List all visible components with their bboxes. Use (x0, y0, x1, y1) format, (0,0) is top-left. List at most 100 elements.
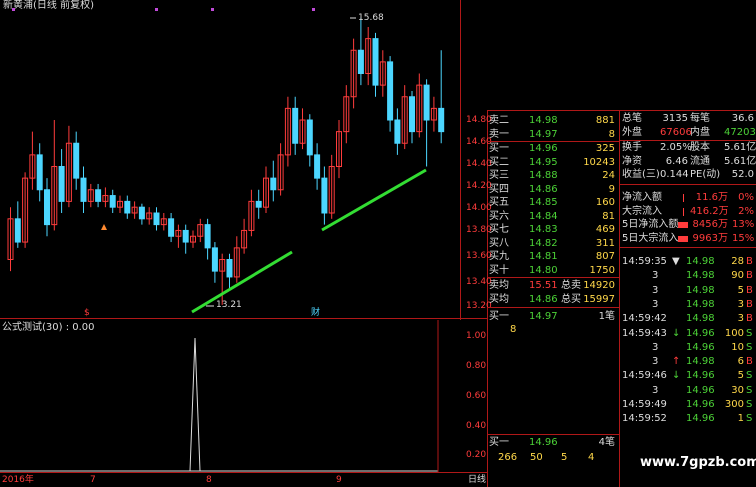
tick-time: 14:59:52 (622, 413, 667, 425)
tick-time: 14:59:43 (622, 327, 667, 339)
row-label: 买二 (489, 156, 509, 168)
signal-dot (211, 8, 214, 11)
tick-direction-icon: ↑ (672, 356, 681, 368)
avg-label: 买均 (489, 294, 509, 305)
x-label-year: 2016年 (2, 475, 34, 485)
row-price: 14.96 (529, 143, 558, 154)
down-candle (270, 177, 277, 191)
event-marker[interactable]: $ (84, 308, 90, 319)
orderbook-row[interactable]: 买八 14.82 311 (489, 237, 619, 250)
row-price: 14.81 (529, 251, 558, 262)
tick-side: B (746, 298, 753, 310)
stat-value: 0.144 (660, 169, 689, 180)
flow-percent: 0% (738, 192, 754, 203)
row-label: 买九 (489, 251, 509, 262)
candlestick-chart[interactable] (0, 8, 460, 318)
stat-value: 67606 (660, 126, 692, 138)
tick-volume: 6 (737, 356, 744, 368)
down-candle (226, 259, 233, 278)
signal-dot (312, 8, 315, 11)
down-candle (58, 166, 65, 202)
stat-value: 52.0 (731, 169, 754, 180)
tick-side: S (746, 413, 753, 425)
stat-label: 外盘 (622, 126, 642, 138)
row-price: 14.84 (529, 210, 558, 222)
row-label: 卖一 (489, 128, 509, 140)
queue-header[interactable]: 买一 14.97 1笔 (489, 310, 619, 323)
orderbook-row[interactable]: 买一 14.96 325 (489, 142, 619, 155)
flow-bar (683, 207, 684, 216)
row-volume: 807 (595, 251, 615, 262)
tick-row[interactable]: 14:59:42 14.98 3 B (620, 312, 756, 325)
tick-row[interactable]: 3 14.96 30 S (620, 384, 756, 397)
down-candle (80, 177, 87, 202)
row-price: 14.83 (529, 224, 558, 235)
down-candle (438, 107, 445, 133)
price-tick: 13.80 (466, 225, 492, 235)
tick-row[interactable]: 3 ↑ 14.98 6 B (620, 355, 756, 368)
tick-side: S (746, 327, 753, 339)
orderbook-row[interactable]: 买二 14.95 10243 (489, 156, 619, 169)
row-volume: 10243 (583, 156, 615, 168)
orderbook-row[interactable]: 卖一 14.97 8 (489, 128, 619, 141)
price-axis-divider (460, 0, 461, 320)
down-candle (306, 119, 313, 156)
tick-row[interactable]: 14:59:35 ▼ 14.98 28 B (620, 255, 756, 268)
tick-side: S (746, 399, 753, 410)
x-label-aug: 8 (206, 475, 212, 485)
finance-marker[interactable]: 财 (311, 308, 320, 319)
queue-price: 14.96 (529, 437, 558, 448)
high-price-label: 15.68 (358, 13, 384, 23)
orderbook-row[interactable]: 买九 14.81 807 (489, 250, 619, 263)
stat-value: 36.6 (731, 113, 754, 124)
total-label: 总卖 (561, 280, 581, 291)
period-tab[interactable]: 日线 (468, 475, 486, 486)
flow-percent: 13% (732, 219, 755, 230)
stat-label: 内盘 (690, 126, 710, 138)
tick-side: B (746, 256, 753, 267)
down-candle (211, 247, 218, 272)
tick-volume: 10 (731, 341, 744, 353)
avg-row: 买均 14.86 总买 15997 (489, 293, 619, 306)
orderbook-row[interactable]: 买五 14.85 160 (489, 196, 619, 209)
flow-bar (678, 235, 688, 242)
tick-row[interactable]: 3 14.98 5 B (620, 284, 756, 297)
orderbook-row[interactable]: 买十 14.80 1750 (489, 264, 619, 277)
signal-dot (12, 8, 15, 11)
queue-item: 50 (530, 452, 543, 463)
avg-label: 卖均 (489, 280, 509, 291)
tick-price: 14.96 (686, 341, 715, 353)
stat-label: 每笔 (690, 113, 710, 124)
tick-row[interactable]: 14:59:46 ↓ 14.96 5 S (620, 369, 756, 382)
orderbook-row[interactable]: 买三 14.88 24 (489, 169, 619, 182)
orderbook-row[interactable]: 卖二 14.98 881 (489, 114, 619, 127)
orderbook-row[interactable]: 买六 14.84 81 (489, 210, 619, 223)
queue-item: 4 (588, 452, 595, 463)
indicator-tick: 0.20 (466, 450, 487, 460)
tick-row[interactable]: 3 14.98 3 B (620, 298, 756, 311)
down-candle (321, 177, 328, 214)
indicator-chart[interactable] (0, 320, 460, 472)
main-chart-bottom-border (0, 318, 488, 319)
tick-row[interactable]: 14:59:43 ↓ 14.96 100 S (620, 327, 756, 340)
stat-value: 47203 (724, 126, 756, 138)
tick-price: 14.98 (686, 284, 715, 296)
tick-row[interactable]: 3 14.98 90 B (620, 269, 756, 282)
tick-row[interactable]: 14:59:52 14.96 1 S (620, 412, 756, 425)
price-tick: 14.60 (466, 137, 492, 147)
down-candle (73, 142, 80, 179)
tick-side: B (746, 356, 753, 368)
down-candle (95, 189, 102, 202)
orderbook-row[interactable]: 买七 14.83 469 (489, 223, 619, 236)
queue-header[interactable]: 买一 14.96 4笔 (489, 436, 619, 449)
flow-percent: 2% (738, 205, 754, 217)
flow-label: 净流入额 (622, 192, 662, 203)
tick-price: 14.98 (686, 270, 715, 282)
row-label: 卖二 (489, 115, 509, 126)
row-price: 14.98 (529, 115, 558, 126)
orderbook-row[interactable]: 买四 14.86 9 (489, 183, 619, 196)
tick-row[interactable]: 14:59:49 14.96 300 S (620, 398, 756, 411)
orderbook-top-border (487, 110, 756, 111)
tick-row[interactable]: 3 14.96 10 S (620, 341, 756, 354)
tick-side: S (746, 384, 753, 396)
